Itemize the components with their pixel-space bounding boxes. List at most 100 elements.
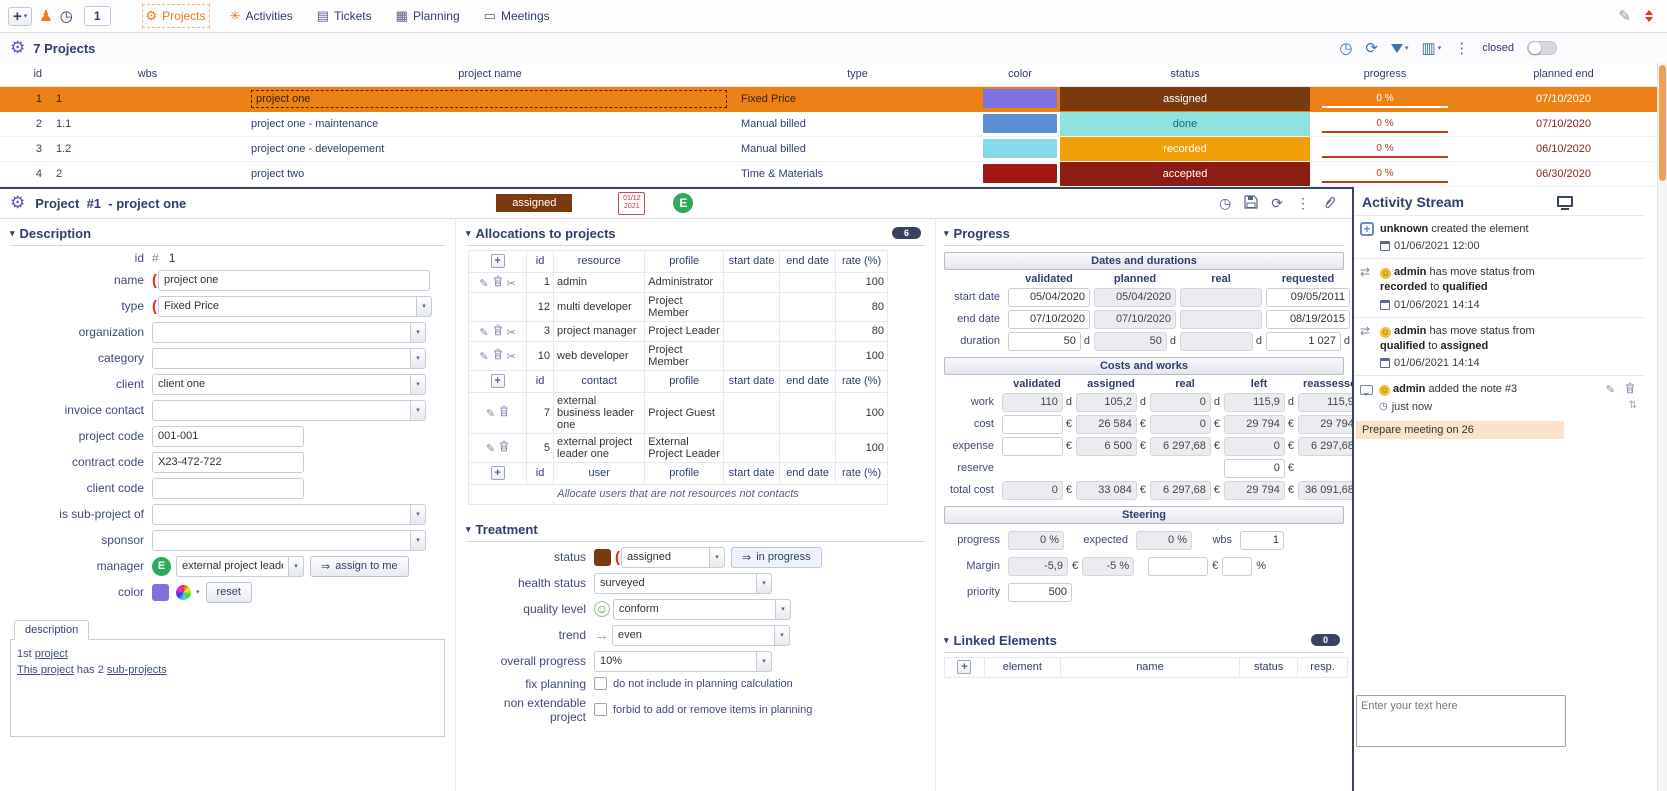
delete-icon[interactable] <box>499 405 509 420</box>
add-resource-button[interactable]: + <box>490 254 505 268</box>
duration-validated-input[interactable]: 50 <box>1008 331 1081 351</box>
status-input[interactable] <box>621 546 709 568</box>
section-treatment[interactable]: ▾ Treatment <box>466 517 925 542</box>
section-linked-elements[interactable]: ▾ Linked Elements 0 <box>944 628 1344 653</box>
chevron-down-icon[interactable]: ▾ <box>288 555 304 577</box>
project-row[interactable]: 2 1.1 project one - maintenance Manual b… <box>0 111 1667 137</box>
chevron-down-icon[interactable]: ▾ <box>410 399 426 421</box>
col-color[interactable]: color <box>980 63 1060 87</box>
new-item-button[interactable]: + ▾ <box>8 6 33 26</box>
sub-projects-link[interactable]: sub-projects <box>107 664 167 676</box>
color-picker-icon[interactable] <box>176 584 191 600</box>
attachment-icon[interactable] <box>1323 195 1336 212</box>
project-link[interactable]: project <box>35 648 68 660</box>
stream-display-icon[interactable] <box>1557 196 1573 210</box>
section-allocations[interactable]: ▾ Allocations to projects 6 <box>466 221 925 246</box>
fix-planning-checkbox[interactable] <box>594 677 607 690</box>
alerts-icon[interactable] <box>1645 10 1653 22</box>
delete-icon[interactable] <box>493 348 503 363</box>
margin-reassessed-pct-input[interactable] <box>1222 556 1253 576</box>
allocation-row[interactable]: ✎ ✂ 3 project manager Project Leader 80 <box>467 320 888 342</box>
col-id[interactable]: id <box>0 63 50 87</box>
delete-icon[interactable] <box>499 440 509 455</box>
chevron-down-icon[interactable]: ▾ <box>416 295 432 317</box>
chevron-down-icon[interactable]: ▾ <box>709 546 725 568</box>
tab-meetings[interactable]: ▭ Meetings <box>484 8 550 24</box>
sub-project-input[interactable] <box>152 503 410 525</box>
reorder-arrows-icon[interactable]: ⇅ <box>1629 400 1637 411</box>
edit-icon[interactable]: ✎ <box>486 443 495 455</box>
start-validated-input[interactable]: 05/04/2020 <box>1008 287 1090 307</box>
settings-gear-icon[interactable]: ⚙ <box>10 38 25 58</box>
edit-icon[interactable]: ✎ <box>479 278 488 290</box>
vertical-scrollbar[interactable] <box>1657 63 1667 791</box>
reserve-input[interactable]: 0 <box>1224 458 1285 478</box>
tab-planning[interactable]: ▦ Planning <box>396 8 460 24</box>
margin-reassessed-eur-input[interactable] <box>1148 556 1209 576</box>
activity-input[interactable] <box>1357 696 1565 746</box>
quality-level-input[interactable] <box>613 598 775 620</box>
project-link[interactable]: This project <box>17 664 74 676</box>
cut-icon[interactable]: ✂ <box>507 278 516 290</box>
edit-pencil-icon[interactable]: ✎ <box>1618 7 1631 25</box>
save-icon[interactable] <box>1244 194 1258 212</box>
col-status[interactable]: status <box>1060 63 1310 87</box>
chevron-down-icon[interactable]: ▾ <box>775 598 791 620</box>
tab-description[interactable]: description <box>14 619 90 640</box>
tab-activities[interactable]: ✳ Activities <box>230 8 293 24</box>
in-progress-button[interactable]: ⇒ in progress <box>731 546 822 568</box>
chevron-down-icon[interactable]: ▾ <box>756 572 772 594</box>
settings-gear-icon[interactable]: ⚙ <box>10 193 25 213</box>
chevron-down-icon[interactable]: ▾ <box>410 373 426 395</box>
history-icon[interactable]: ◷ <box>1219 195 1231 212</box>
sponsor-input[interactable] <box>152 529 410 551</box>
overall-progress-input[interactable] <box>594 650 756 672</box>
priority-input[interactable]: 500 <box>1008 582 1072 602</box>
project-row[interactable]: 4 2 project two Time & Materials accepte… <box>0 161 1667 187</box>
allocation-row[interactable]: ✎ ✂ 1 admin Administrator 100 <box>467 271 888 293</box>
project-row[interactable]: 3 1.2 project one - developement Manual … <box>0 136 1667 162</box>
col-planned-end[interactable]: planned end <box>1460 63 1667 87</box>
tab-projects[interactable]: ⚙ Projects <box>141 4 210 28</box>
activity-entry[interactable]: ⇄ ☺ admin has move status from recorded t… <box>1354 257 1645 317</box>
cut-icon[interactable]: ✂ <box>507 327 516 339</box>
cost-validated-input[interactable] <box>1002 414 1063 434</box>
reset-color-button[interactable]: reset <box>205 581 252 603</box>
allocation-row[interactable]: 12 multi developer Project Member 80 <box>467 291 888 322</box>
edit-icon[interactable]: ✎ <box>479 327 488 339</box>
allocation-row[interactable]: ✎ ✂ 10 web developer Project Member 100 <box>467 340 888 371</box>
col-name[interactable]: project name <box>245 63 735 87</box>
name-input[interactable] <box>158 269 430 291</box>
contract-code-input[interactable] <box>152 451 304 473</box>
edit-note-icon[interactable]: ✎ <box>1606 383 1615 396</box>
description-text[interactable]: 1st project This project has 2 sub-proje… <box>10 638 445 737</box>
chevron-down-icon[interactable]: ▾ <box>774 624 790 646</box>
activity-entry[interactable]: + unknown created the element 01/06/2021… <box>1354 214 1645 258</box>
start-requested-input[interactable]: 09/05/2011 <box>1266 287 1350 307</box>
chevron-down-icon[interactable]: ▾ <box>756 650 772 672</box>
chevron-down-icon[interactable]: ▾ <box>410 529 426 551</box>
project-color-swatch[interactable] <box>152 583 169 601</box>
add-linked-element-button[interactable]: + <box>957 660 972 674</box>
activity-entry[interactable]: ⇄ ☺ admin has move status from qualified … <box>1354 316 1645 376</box>
resource-icon[interactable]: ♟ <box>39 7 52 25</box>
end-requested-input[interactable]: 08/19/2015 <box>1266 309 1350 329</box>
assign-to-me-button[interactable]: ⇒ assign to me <box>310 555 409 577</box>
delete-icon[interactable] <box>493 324 503 339</box>
end-validated-input[interactable]: 07/10/2020 <box>1008 309 1090 329</box>
add-user-button[interactable]: + <box>490 466 505 480</box>
manager-input[interactable] <box>176 555 288 577</box>
chevron-down-icon[interactable]: ▾ <box>410 503 426 525</box>
delete-icon[interactable] <box>493 275 503 290</box>
type-input[interactable] <box>158 295 416 317</box>
allocation-row[interactable]: ✎ 7 external business leader one Project… <box>467 391 888 434</box>
add-contact-button[interactable]: + <box>490 374 505 388</box>
chevron-down-icon[interactable]: ▾ <box>196 588 200 596</box>
edit-icon[interactable]: ✎ <box>479 351 488 363</box>
kebab-menu-icon[interactable]: ⋮ <box>1296 195 1310 212</box>
kebab-menu-icon[interactable]: ⋮ <box>1454 39 1469 57</box>
section-description[interactable]: ▾ Description <box>10 221 445 246</box>
activity-entry[interactable]: ☺ admin added the note #3 ◷ just now ✎ ⇅ <box>1354 375 1645 418</box>
edit-icon[interactable]: ✎ <box>486 408 495 420</box>
history-icon[interactable]: ◷ <box>1339 39 1352 57</box>
